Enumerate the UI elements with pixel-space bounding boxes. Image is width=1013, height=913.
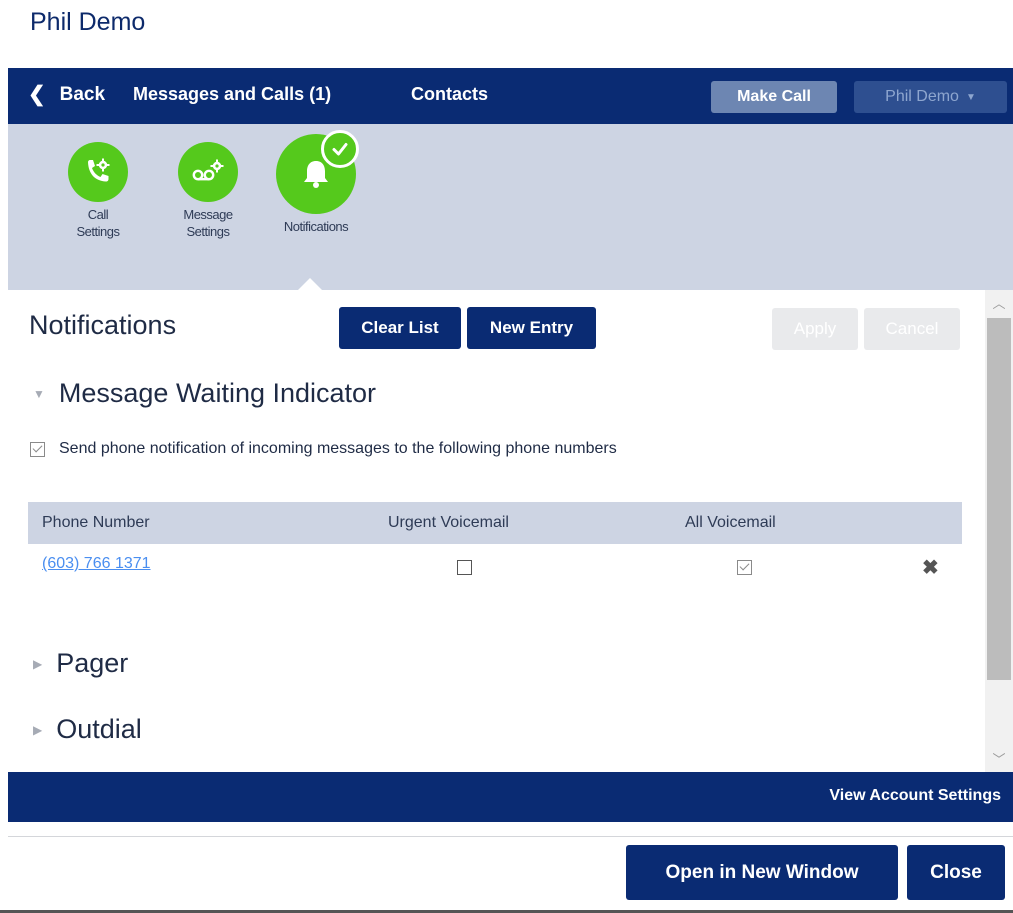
urgent-voicemail-checkbox[interactable] xyxy=(457,560,472,575)
scrollbar-thumb[interactable] xyxy=(987,318,1011,680)
table-row: (603) 766 1371 ✖ xyxy=(28,544,962,594)
close-label: Close xyxy=(930,861,982,883)
message-settings-label: Message Settings xyxy=(183,206,233,240)
make-call-button[interactable]: Make Call xyxy=(711,81,837,113)
vertical-scrollbar[interactable]: ︿ ﹀ xyxy=(985,290,1013,772)
nav-messages-calls[interactable]: Messages and Calls (1) xyxy=(133,84,331,105)
new-entry-button[interactable]: New Entry xyxy=(467,307,596,349)
pager-section-toggle[interactable]: ▶ Pager xyxy=(33,648,128,679)
table-header: Phone Number Urgent Voicemail All Voicem… xyxy=(28,502,962,544)
phone-gear-icon xyxy=(68,142,128,202)
call-settings-label-line2: Settings xyxy=(76,224,120,239)
delete-icon[interactable]: ✖ xyxy=(922,555,939,580)
close-button[interactable]: Close xyxy=(907,845,1005,900)
clear-list-button[interactable]: Clear List xyxy=(339,307,461,349)
apply-button[interactable]: Apply xyxy=(772,308,858,350)
pager-title: Pager xyxy=(56,648,129,678)
send-notification-option[interactable]: Send phone notification of incoming mess… xyxy=(30,440,617,458)
send-notification-label: Send phone notification of incoming mess… xyxy=(59,440,617,457)
view-account-settings-link[interactable]: View Account Settings xyxy=(829,787,1001,805)
make-call-label: Make Call xyxy=(737,88,811,105)
voicemail-gear-icon xyxy=(178,142,238,202)
message-settings-label-line1: Message xyxy=(183,207,233,222)
open-new-window-label: Open in New Window xyxy=(665,861,859,883)
outdial-title: Outdial xyxy=(56,714,142,744)
clear-list-label: Clear List xyxy=(361,318,439,337)
check-icon xyxy=(321,130,359,168)
scroll-up-icon[interactable]: ︿ xyxy=(985,292,1013,312)
cancel-button[interactable]: Cancel xyxy=(864,308,960,350)
column-header-all: All Voicemail xyxy=(685,514,776,531)
back-button[interactable]: ❮ Back xyxy=(28,82,105,107)
caret-down-icon: ▼ xyxy=(965,91,976,103)
nav-contacts[interactable]: Contacts xyxy=(411,84,488,105)
chevron-left-icon: ❮ xyxy=(28,83,46,106)
triangle-down-icon: ▼ xyxy=(33,386,45,401)
send-notification-checkbox[interactable] xyxy=(30,441,45,457)
mwi-section-toggle[interactable]: ▼ Message Waiting Indicator xyxy=(33,378,376,409)
notifications-panel: Notifications Clear List New Entry Apply… xyxy=(8,290,984,772)
top-navbar: ❮ Back Messages and Calls (1) Contacts M… xyxy=(8,68,1013,124)
triangle-right-icon: ▶ xyxy=(33,722,43,737)
outdial-section-toggle[interactable]: ▶ Outdial xyxy=(33,714,142,745)
all-voicemail-checkbox[interactable] xyxy=(737,560,752,575)
message-settings-tab[interactable]: Message Settings xyxy=(169,142,247,240)
mwi-title: Message Waiting Indicator xyxy=(58,378,377,408)
user-menu-label: Phil Demo xyxy=(885,88,959,105)
apply-label: Apply xyxy=(793,319,837,338)
user-menu-button[interactable]: Phil Demo ▼ xyxy=(854,81,1007,113)
notifications-tab[interactable]: Notifications xyxy=(266,130,366,235)
settings-icon-strip: Call Settings Message Settings Notificat… xyxy=(8,124,1013,290)
window-title: Phil Demo xyxy=(30,8,146,36)
divider xyxy=(8,836,1013,837)
footer-bar: View Account Settings xyxy=(8,772,1013,822)
call-settings-tab[interactable]: Call Settings xyxy=(62,142,134,240)
notifications-title: Notifications xyxy=(29,310,177,340)
new-entry-label: New Entry xyxy=(489,318,574,337)
phone-number-link[interactable]: (603) 766 1371 xyxy=(42,555,151,573)
scroll-down-icon[interactable]: ﹀ xyxy=(985,748,1013,768)
notifications-label: Notifications xyxy=(283,219,349,234)
app-window: Phil Demo ❮ Back Messages and Calls (1) … xyxy=(0,0,1013,913)
cancel-label: Cancel xyxy=(885,319,939,338)
column-header-urgent: Urgent Voicemail xyxy=(388,514,509,531)
back-label: Back xyxy=(59,83,106,105)
message-settings-label-line2: Settings xyxy=(186,224,230,239)
call-settings-label: Call Settings xyxy=(77,206,120,240)
bell-icon xyxy=(276,130,359,214)
active-tab-pointer xyxy=(298,278,322,290)
column-header-phone: Phone Number xyxy=(42,514,150,531)
call-settings-label-line1: Call xyxy=(87,207,109,222)
open-new-window-button[interactable]: Open in New Window xyxy=(626,845,898,900)
triangle-right-icon: ▶ xyxy=(33,656,43,671)
